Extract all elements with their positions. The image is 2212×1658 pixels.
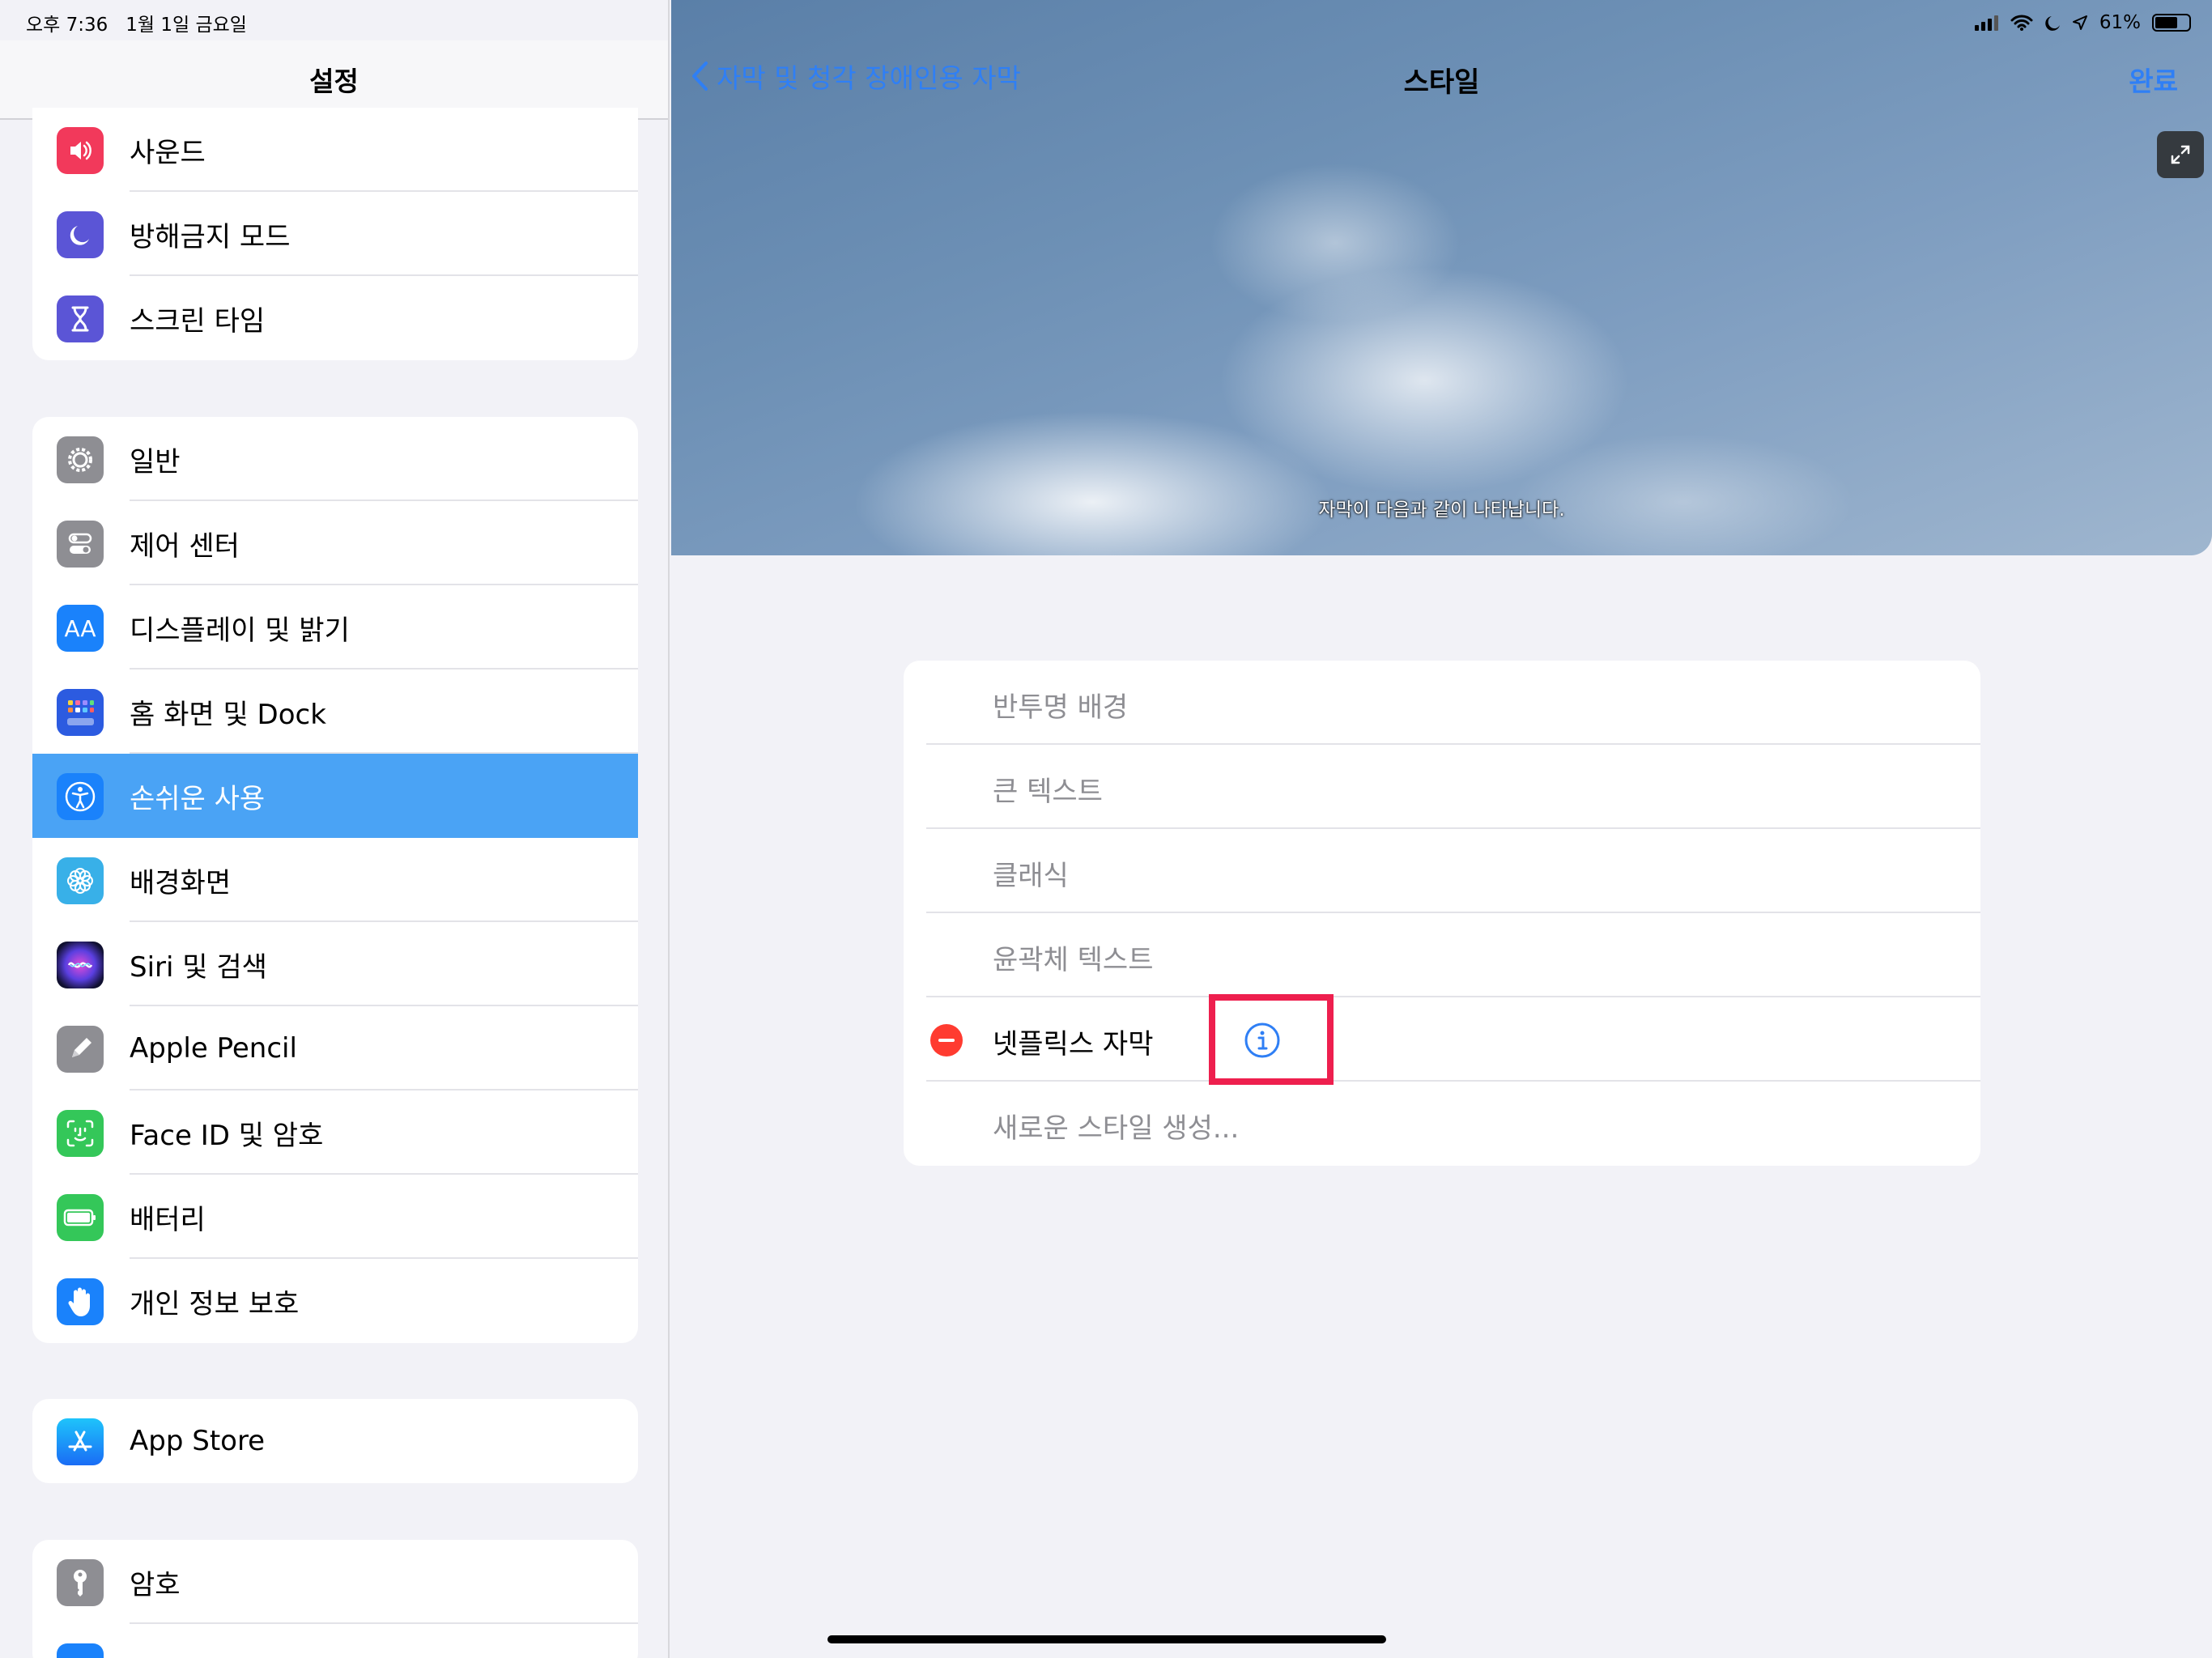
sidebar-item-label: Apple Pencil bbox=[130, 1032, 297, 1065]
sidebar-item-label: 손쉬운 사용 bbox=[130, 782, 266, 815]
text-size-glyph: AA bbox=[64, 614, 96, 642]
speaker-icon bbox=[57, 127, 104, 174]
sidebar-item-app-store[interactable]: App Store bbox=[32, 1399, 638, 1483]
sidebar-item-label: 배터리 bbox=[130, 1203, 206, 1236]
style-row-outline-text[interactable]: 윤곽체 텍스트 bbox=[904, 913, 1980, 997]
style-label: 윤곽체 텍스트 bbox=[993, 944, 1154, 976]
status-bar-left: 오후 7:36 1월 1일 금요일 bbox=[26, 6, 247, 39]
settings-group-1: 사운드 방해금지 모드 스크린 타임 bbox=[32, 108, 638, 360]
location-icon bbox=[2072, 15, 2087, 30]
flower-icon bbox=[57, 857, 104, 904]
minus-icon bbox=[938, 1039, 955, 1042]
settings-group-4: 암호 bbox=[32, 1540, 638, 1658]
sidebar-item-label: 개인 정보 보호 bbox=[130, 1287, 300, 1320]
sidebar-item-label: 디스플레이 및 밝기 bbox=[130, 614, 350, 647]
preview-caption: 자막이 다음과 같이 나타납니다. bbox=[1318, 500, 1565, 521]
sidebar-item-privacy[interactable]: 개인 정보 보호 bbox=[32, 1259, 638, 1343]
sidebar-item-mail[interactable] bbox=[32, 1624, 638, 1658]
sidebar-item-apple-pencil[interactable]: Apple Pencil bbox=[32, 1006, 638, 1090]
pencil-icon bbox=[57, 1026, 104, 1073]
sidebar-item-passwords[interactable]: 암호 bbox=[32, 1540, 638, 1624]
delete-style-button[interactable] bbox=[930, 1024, 963, 1056]
style-label: 큰 텍스트 bbox=[993, 776, 1103, 808]
sidebar-item-label: 방해금지 모드 bbox=[130, 220, 291, 253]
sidebar-item-label: 사운드 bbox=[130, 136, 206, 169]
done-button[interactable]: 완료 bbox=[2129, 60, 2178, 99]
expand-icon bbox=[2171, 145, 2190, 164]
style-row-transparent-background[interactable]: 반투명 배경 bbox=[904, 661, 1980, 745]
accessibility-icon bbox=[57, 773, 104, 820]
style-row-netflix-caption[interactable]: 넷플릭스 자막 bbox=[904, 997, 1980, 1082]
toggles-icon bbox=[57, 521, 104, 568]
cellular-icon bbox=[1974, 15, 1998, 31]
style-label: 새로운 스타일 생성... bbox=[993, 1112, 1240, 1145]
sidebar-item-label: Face ID 및 암호 bbox=[130, 1119, 324, 1152]
sidebar-item-wallpaper[interactable]: 배경화면 bbox=[32, 838, 638, 922]
sidebar-title: 설정 bbox=[309, 66, 359, 97]
gear-icon bbox=[57, 436, 104, 483]
wifi-icon bbox=[2010, 15, 2033, 31]
sidebar-item-battery[interactable]: 배터리 bbox=[32, 1175, 638, 1259]
settings-sidebar: 오후 7:36 1월 1일 금요일 설정 사운드 방해금지 모드 스크린 타임 bbox=[0, 0, 670, 1658]
app-store-icon bbox=[57, 1418, 104, 1465]
battery-icon bbox=[57, 1194, 104, 1241]
style-row-classic[interactable]: 클래식 bbox=[904, 829, 1980, 913]
sidebar-item-sound[interactable]: 사운드 bbox=[32, 108, 638, 192]
sidebar-item-label: 배경화면 bbox=[130, 866, 232, 899]
sidebar-item-label: App Store bbox=[130, 1425, 266, 1457]
sidebar-item-label: 일반 bbox=[130, 445, 181, 478]
hand-icon bbox=[57, 1278, 104, 1325]
sidebar-item-face-id-passcode[interactable]: Face ID 및 암호 bbox=[32, 1090, 638, 1175]
moon-icon bbox=[57, 211, 104, 258]
caption-preview: 61% 자막 및 청각 장애인용 자막 스타일 완료 자막이 다음과 같이 나타… bbox=[671, 0, 2212, 555]
sidebar-item-control-center[interactable]: 제어 센터 bbox=[32, 501, 638, 585]
sidebar-item-do-not-disturb[interactable]: 방해금지 모드 bbox=[32, 192, 638, 276]
home-grid-icon bbox=[57, 689, 104, 736]
status-date: 1월 1일 금요일 bbox=[125, 15, 247, 36]
sidebar-item-label: 스크린 타임 bbox=[130, 304, 266, 338]
text-size-icon: AA bbox=[57, 605, 104, 652]
status-time: 오후 7:36 bbox=[26, 15, 108, 36]
sidebar-item-home-screen-dock[interactable]: 홈 화면 및 Dock bbox=[32, 670, 638, 754]
page-title: 스타일 bbox=[1403, 66, 1480, 99]
style-label: 넷플릭스 자막 bbox=[993, 1028, 1154, 1061]
style-label: 반투명 배경 bbox=[993, 691, 1129, 724]
style-row-large-text[interactable]: 큰 텍스트 bbox=[904, 745, 1980, 829]
sidebar-item-label: 암호 bbox=[130, 1568, 181, 1601]
settings-group-2: 일반 제어 센터 AA 디스플레이 및 밝기 홈 화면 및 Dock 손쉬운 사… bbox=[32, 417, 638, 1343]
mail-icon bbox=[57, 1643, 104, 1658]
sidebar-item-accessibility[interactable]: 손쉬운 사용 bbox=[32, 754, 638, 838]
sidebar-item-general[interactable]: 일반 bbox=[32, 417, 638, 501]
expand-preview-button[interactable] bbox=[2157, 131, 2204, 178]
sidebar-item-display-brightness[interactable]: AA 디스플레이 및 밝기 bbox=[32, 585, 638, 670]
settings-group-3: App Store bbox=[32, 1399, 638, 1483]
sidebar-item-label: 제어 센터 bbox=[130, 529, 240, 563]
detail-pane: 61% 자막 및 청각 장애인용 자막 스타일 완료 자막이 다음과 같이 나타… bbox=[671, 0, 2212, 1658]
hourglass-icon bbox=[57, 295, 104, 342]
style-label: 클래식 bbox=[993, 860, 1069, 892]
battery-percent: 61% bbox=[2099, 12, 2141, 33]
battery-status-icon bbox=[2152, 14, 2191, 32]
key-icon bbox=[57, 1559, 104, 1606]
sidebar-item-label: 홈 화면 및 Dock bbox=[130, 698, 326, 731]
sidebar-item-label: Siri 및 검색 bbox=[130, 950, 267, 984]
style-info-button[interactable] bbox=[1244, 1022, 1281, 1059]
sidebar-item-siri-search[interactable]: Siri 및 검색 bbox=[32, 922, 638, 1006]
style-row-create-new[interactable]: 새로운 스타일 생성... bbox=[904, 1082, 1980, 1166]
moon-status-icon bbox=[2045, 16, 2060, 31]
face-id-icon bbox=[57, 1110, 104, 1157]
info-icon bbox=[1244, 1022, 1280, 1058]
sidebar-item-screen-time[interactable]: 스크린 타임 bbox=[32, 276, 638, 360]
caption-styles-list: 반투명 배경 큰 텍스트 클래식 윤곽체 텍스트 넷플릭스 자막 새로운 스타일… bbox=[904, 661, 1980, 1166]
home-indicator[interactable] bbox=[827, 1635, 1386, 1643]
siri-icon bbox=[57, 942, 104, 988]
status-bar-right: 61% bbox=[1974, 6, 2191, 39]
